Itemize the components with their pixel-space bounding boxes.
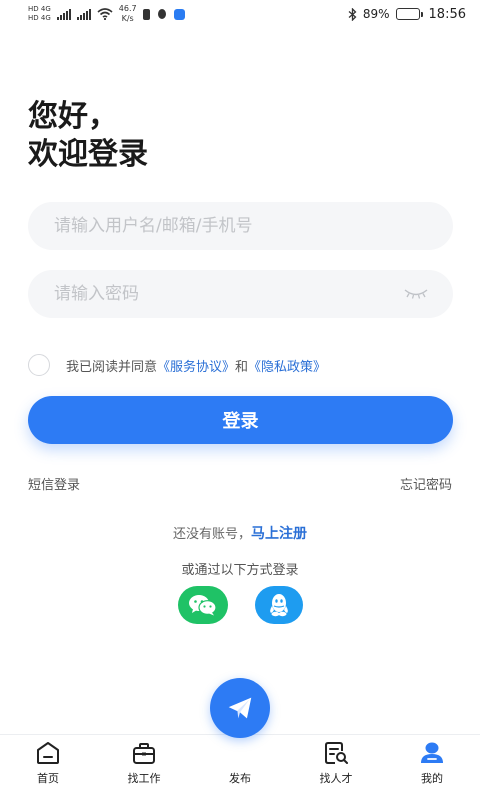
nav-mine-label: 我的 xyxy=(421,772,443,785)
nav-find-talent-label: 找人才 xyxy=(319,772,353,785)
speed-value: 46.7 xyxy=(118,4,137,13)
greeting-line-2: 欢迎登录 xyxy=(28,137,148,172)
briefcase-icon xyxy=(133,743,155,764)
qq-notification-icon xyxy=(157,9,166,19)
agreement-prefix: 我已阅读并同意 xyxy=(66,359,158,375)
resume-search-icon xyxy=(325,742,348,764)
nav-find-talent[interactable]: 找人才 xyxy=(296,740,376,786)
register-row: 还没有账号，马上注册 xyxy=(0,523,480,543)
publish-button[interactable] xyxy=(210,678,270,738)
nav-publish-label: 发布 xyxy=(229,772,251,785)
agreement-checkbox[interactable] xyxy=(28,354,50,376)
username-input[interactable] xyxy=(54,216,429,236)
agreement-row: 我已阅读并同意 《服务协议》 和 《隐私政策》 xyxy=(28,354,326,376)
clock: 18:56 xyxy=(428,6,466,22)
speed-unit: K/s xyxy=(121,14,134,23)
greeting-title: 您好， 欢迎登录 xyxy=(28,98,148,174)
wechat-icon xyxy=(189,595,217,616)
sim-labels: HD 4G HD 4G xyxy=(28,6,51,22)
username-field[interactable] xyxy=(28,202,453,250)
status-left: HD 4G HD 4G 46.7 K/s xyxy=(28,5,185,23)
qq-login-button[interactable] xyxy=(255,586,303,624)
password-input[interactable] xyxy=(54,284,403,304)
nav-home[interactable]: 首页 xyxy=(8,740,88,786)
profile-icon xyxy=(421,742,443,763)
wifi-icon xyxy=(97,8,113,20)
paper-plane-icon xyxy=(228,697,252,719)
nav-find-job-label: 找工作 xyxy=(127,772,161,785)
signal-icon xyxy=(56,8,71,20)
other-login-label: 或通过以下方式登录 xyxy=(181,563,299,578)
eye-closed-icon[interactable] xyxy=(403,287,429,301)
notification-icon xyxy=(142,8,150,20)
agreement-and: 和 xyxy=(235,359,249,375)
bottom-nav: 首页 找工作 发布 找人才 我的 xyxy=(0,678,480,800)
service-agreement-link[interactable]: 《服务协议》 xyxy=(157,356,235,375)
battery-icon xyxy=(395,8,423,20)
greeting-line-1: 您好， xyxy=(28,99,118,134)
login-button[interactable]: 登录 xyxy=(28,396,453,444)
battery-percent: 89% xyxy=(362,7,390,21)
password-field[interactable] xyxy=(28,270,453,318)
qq-icon xyxy=(270,594,288,617)
register-link[interactable]: 马上注册 xyxy=(251,526,307,542)
privacy-policy-link[interactable]: 《隐私政策》 xyxy=(248,356,326,375)
nav-publish[interactable]: 发布 xyxy=(200,678,280,786)
network-speed: 46.7 K/s xyxy=(119,5,137,23)
app-notification-icon xyxy=(173,8,185,20)
sms-login-link[interactable]: 短信登录 xyxy=(28,474,80,493)
forgot-password-link[interactable]: 忘记密码 xyxy=(400,474,452,493)
nav-find-job[interactable]: 找工作 xyxy=(104,740,184,786)
sim1-label: HD 4G xyxy=(28,5,51,13)
sim2-label: HD 4G xyxy=(28,14,51,22)
register-prompt: 还没有账号， xyxy=(172,527,251,542)
nav-mine[interactable]: 我的 xyxy=(392,740,472,786)
wechat-login-button[interactable] xyxy=(178,586,228,624)
status-bar: HD 4G HD 4G 46.7 K/s 89% 18:56 xyxy=(0,0,480,28)
home-icon xyxy=(37,742,59,764)
signal-icon-2 xyxy=(76,8,91,20)
status-right: 89% 18:56 xyxy=(348,7,466,22)
bluetooth-icon xyxy=(348,7,357,21)
nav-home-label: 首页 xyxy=(37,772,59,785)
